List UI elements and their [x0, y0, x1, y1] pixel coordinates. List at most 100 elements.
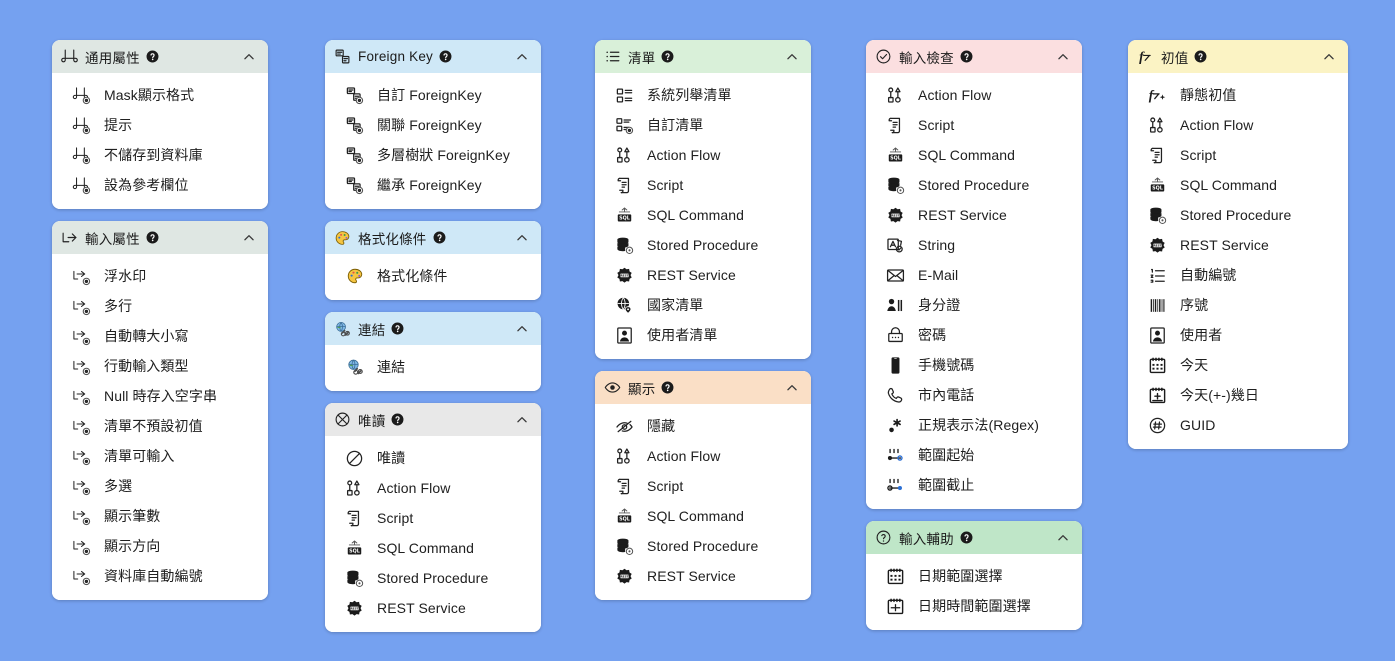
- list-item[interactable]: 使用者清單: [595, 320, 811, 350]
- list-item[interactable]: f 靜態初值: [1128, 80, 1348, 110]
- chevron-up-icon[interactable]: [241, 49, 257, 65]
- list-item[interactable]: 多層樹狀 ForeignKey: [325, 140, 541, 170]
- list-item[interactable]: 顯示方向: [52, 531, 268, 561]
- list-item[interactable]: Null 時存入空字串: [52, 381, 268, 411]
- list-item[interactable]: SQL SQL Command: [595, 200, 811, 230]
- list-item[interactable]: SQL SQL Command: [1128, 170, 1348, 200]
- list-item[interactable]: 國家清單: [595, 290, 811, 320]
- list-item[interactable]: 提示: [52, 110, 268, 140]
- list-item[interactable]: 今天: [1128, 350, 1348, 380]
- list-item[interactable]: SQL SQL Command: [595, 501, 811, 531]
- list-item[interactable]: 今天(+-)幾日: [1128, 380, 1348, 410]
- chevron-up-icon[interactable]: [514, 230, 530, 246]
- list-item[interactable]: Script: [866, 110, 1082, 140]
- help-icon[interactable]: [661, 381, 674, 394]
- help-icon[interactable]: [661, 50, 674, 63]
- list-item[interactable]: SQL SQL Command: [866, 140, 1082, 170]
- list-item[interactable]: E-Mail: [866, 260, 1082, 290]
- list-item[interactable]: REST REST Service: [595, 561, 811, 591]
- chevron-up-icon[interactable]: [1055, 49, 1071, 65]
- help-icon[interactable]: [391, 413, 404, 426]
- list-item[interactable]: Script: [325, 503, 541, 533]
- list-item[interactable]: Stored Procedure: [866, 170, 1082, 200]
- list-item[interactable]: 多選: [52, 471, 268, 501]
- list-item[interactable]: SQL SQL Command: [325, 533, 541, 563]
- list-item[interactable]: 使用者: [1128, 320, 1348, 350]
- list-item[interactable]: 範圍截止: [866, 470, 1082, 500]
- chevron-up-icon[interactable]: [1321, 49, 1337, 65]
- list-item[interactable]: 隱藏: [595, 411, 811, 441]
- list-item[interactable]: 密碼: [866, 320, 1082, 350]
- list-item[interactable]: Action Flow: [595, 441, 811, 471]
- list-item[interactable]: 浮水印: [52, 261, 268, 291]
- list-item[interactable]: Script: [595, 471, 811, 501]
- help-icon[interactable]: [146, 50, 159, 63]
- list-item[interactable]: Script: [1128, 140, 1348, 170]
- list-item[interactable]: 系統列舉清單: [595, 80, 811, 110]
- chevron-up-icon[interactable]: [1055, 530, 1071, 546]
- help-icon[interactable]: [391, 322, 404, 335]
- list-item[interactable]: 範圍起始: [866, 440, 1082, 470]
- panel-foreign-key-header[interactable]: Foreign Key: [325, 40, 541, 73]
- list-item[interactable]: Mask顯示格式: [52, 80, 268, 110]
- list-item[interactable]: 自訂清單: [595, 110, 811, 140]
- list-item[interactable]: Stored Procedure: [1128, 200, 1348, 230]
- list-item[interactable]: 正規表示法(Regex): [866, 410, 1082, 440]
- panel-readonly-header[interactable]: 唯讀: [325, 403, 541, 436]
- list-item[interactable]: 格式化條件: [325, 261, 541, 291]
- list-item[interactable]: 清單不預設初值: [52, 411, 268, 441]
- list-item[interactable]: Stored Procedure: [325, 563, 541, 593]
- panel-display-header[interactable]: 顯示: [595, 371, 811, 404]
- list-item[interactable]: 序號: [1128, 290, 1348, 320]
- list-item[interactable]: 自訂 ForeignKey: [325, 80, 541, 110]
- list-item[interactable]: 日期時間範圍選擇: [866, 591, 1082, 621]
- chevron-up-icon[interactable]: [784, 49, 800, 65]
- help-icon[interactable]: [960, 50, 973, 63]
- list-item[interactable]: 不儲存到資料庫: [52, 140, 268, 170]
- panel-general-properties-header[interactable]: 通用屬性: [52, 40, 268, 73]
- list-item[interactable]: 顯示筆數: [52, 501, 268, 531]
- list-item[interactable]: REST REST Service: [595, 260, 811, 290]
- list-item[interactable]: 連結: [325, 352, 541, 382]
- panel-initial-value-header[interactable]: f 初值: [1128, 40, 1348, 73]
- list-item[interactable]: 手機號碼: [866, 350, 1082, 380]
- list-item[interactable]: REST REST Service: [325, 593, 541, 623]
- list-item[interactable]: Action Flow: [595, 140, 811, 170]
- list-item[interactable]: Action Flow: [1128, 110, 1348, 140]
- panel-input-properties-header[interactable]: 輸入屬性: [52, 221, 268, 254]
- panel-format-condition-header[interactable]: 格式化條件: [325, 221, 541, 254]
- list-item[interactable]: 繼承 ForeignKey: [325, 170, 541, 200]
- list-item[interactable]: 身分證: [866, 290, 1082, 320]
- list-item[interactable]: Action Flow: [866, 80, 1082, 110]
- list-item[interactable]: 關聯 ForeignKey: [325, 110, 541, 140]
- list-item[interactable]: Script: [595, 170, 811, 200]
- panel-list-header[interactable]: 清單: [595, 40, 811, 73]
- list-item[interactable]: Action Flow: [325, 473, 541, 503]
- chevron-up-icon[interactable]: [514, 49, 530, 65]
- list-item[interactable]: 唯讀: [325, 443, 541, 473]
- list-item[interactable]: 資料庫自動編號: [52, 561, 268, 591]
- panel-input-validation-header[interactable]: 輸入檢查: [866, 40, 1082, 73]
- help-icon[interactable]: [439, 50, 452, 63]
- list-item[interactable]: 設為參考欄位: [52, 170, 268, 200]
- list-item[interactable]: 多行: [52, 291, 268, 321]
- list-item[interactable]: 自動轉大小寫: [52, 321, 268, 351]
- list-item[interactable]: REST REST Service: [1128, 230, 1348, 260]
- list-item[interactable]: Stored Procedure: [595, 230, 811, 260]
- list-item[interactable]: 行動輸入類型: [52, 351, 268, 381]
- chevron-up-icon[interactable]: [241, 230, 257, 246]
- help-icon[interactable]: [1194, 50, 1207, 63]
- panel-link-header[interactable]: 連結: [325, 312, 541, 345]
- help-icon[interactable]: [960, 531, 973, 544]
- list-item[interactable]: GUID: [1128, 410, 1348, 440]
- chevron-up-icon[interactable]: [514, 412, 530, 428]
- list-item[interactable]: REST REST Service: [866, 200, 1082, 230]
- list-item[interactable]: 清單可輸入: [52, 441, 268, 471]
- list-item[interactable]: String: [866, 230, 1082, 260]
- help-icon[interactable]: [146, 231, 159, 244]
- list-item[interactable]: 市內電話: [866, 380, 1082, 410]
- chevron-up-icon[interactable]: [514, 321, 530, 337]
- list-item[interactable]: 自動編號: [1128, 260, 1348, 290]
- panel-input-assist-header[interactable]: 輸入輔助: [866, 521, 1082, 554]
- list-item[interactable]: 日期範圍選擇: [866, 561, 1082, 591]
